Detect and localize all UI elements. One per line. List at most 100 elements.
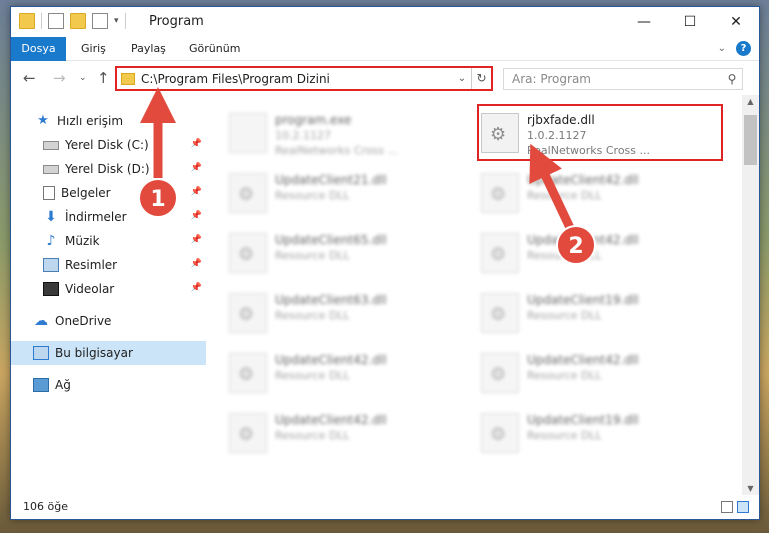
help-icon[interactable]: ? [736, 41, 751, 56]
file-type: Resource DLL [275, 189, 350, 202]
pin-icon[interactable]: 📌 [191, 163, 202, 173]
gear-icon: ⚙ [490, 424, 507, 445]
file-item[interactable]: ⚙ UpdateClient42.dll Resource DLL [217, 347, 457, 403]
file-item[interactable]: ⚙ UpdateClient42.dll Resource DLL [469, 347, 709, 403]
tiles-view-icon[interactable] [737, 501, 749, 513]
customize-icon[interactable] [92, 13, 108, 29]
file-version: 10.2.1127 [275, 129, 331, 142]
callout-1: 1 [138, 178, 178, 218]
close-button[interactable]: ✕ [713, 7, 759, 37]
sidebar-item-music[interactable]: ♪ Müzik 📌 [11, 229, 206, 253]
pin-icon[interactable]: 📌 [191, 283, 202, 293]
sidebar-item-videos[interactable]: Videolar 📌 [11, 277, 206, 301]
exe-file-icon [229, 113, 267, 153]
tab-home[interactable]: Giriş [69, 37, 118, 61]
forward-arrow-icon[interactable]: → [53, 69, 66, 87]
back-arrow-icon[interactable]: ← [23, 69, 36, 87]
details-view-icon[interactable] [721, 501, 733, 513]
file-item[interactable]: ⚙ UpdateClient63.dll Resource DLL [217, 287, 457, 343]
dll-file-icon: ⚙ [481, 293, 519, 333]
file-name: UpdateClient63.dll [275, 293, 387, 307]
file-type: Resource DLL [275, 429, 350, 442]
file-name: UpdateClient19.dll [527, 413, 639, 427]
tab-view[interactable]: Görünüm [177, 37, 252, 61]
properties-icon[interactable] [48, 13, 64, 29]
file-item[interactable]: ⚙ UpdateClient42.dll Resource DLL [469, 167, 709, 223]
expand-ribbon-icon[interactable]: ⌄ [718, 43, 726, 54]
recent-locations-icon[interactable]: ⌄ [79, 73, 87, 83]
address-bar[interactable]: C:\Program Files\Program Dizini ⌄ ↻ [115, 66, 493, 91]
chevron-down-icon[interactable]: ▾ [114, 16, 119, 26]
sidebar-item-onedrive[interactable]: ☁ OneDrive [11, 309, 206, 333]
tab-share[interactable]: Paylaş [119, 37, 178, 61]
folder-icon[interactable] [19, 13, 35, 29]
gear-icon: ⚙ [238, 364, 255, 385]
scroll-thumb[interactable] [744, 115, 757, 165]
gear-icon: ⚙ [490, 244, 507, 265]
dll-file-icon: ⚙ [229, 353, 267, 393]
maximize-button[interactable]: ☐ [667, 7, 713, 37]
navigation-pane: ★ Hızlı erişim Yerel Disk (C:) 📌 Yerel D… [11, 99, 206, 495]
file-name: UpdateClient42.dll [275, 413, 387, 427]
sidebar-item-label: Müzik [65, 234, 100, 248]
sidebar-item-label: Hızlı erişim [57, 114, 124, 128]
file-type: Resource DLL [275, 369, 350, 382]
pin-icon[interactable]: 📌 [191, 259, 202, 269]
sidebar-item-network[interactable]: Ağ [11, 373, 206, 397]
pin-icon[interactable]: 📌 [191, 235, 202, 245]
refresh-icon[interactable]: ↻ [471, 68, 491, 89]
gear-icon: ⚙ [238, 304, 255, 325]
dll-file-icon: ⚙ [229, 293, 267, 333]
file-type: Resource DLL [527, 189, 602, 202]
new-folder-icon[interactable] [70, 13, 86, 29]
scroll-up-icon[interactable]: ▲ [742, 97, 759, 106]
pin-icon[interactable]: 📌 [191, 187, 202, 197]
sidebar-item-this-pc[interactable]: Bu bilgisayar [11, 341, 206, 365]
dll-file-icon: ⚙ [229, 233, 267, 273]
status-bar: 106 öğe [11, 495, 759, 519]
explorer-window: ▾ Program — ☐ ✕ Dosya Giriş Paylaş Görün… [10, 6, 760, 520]
vertical-scrollbar[interactable]: ▲ ▼ [742, 95, 759, 495]
music-icon: ♪ [46, 233, 56, 249]
onedrive-icon: ☁ [34, 313, 48, 329]
sidebar-item-quick-access[interactable]: ★ Hızlı erişim [11, 109, 206, 133]
search-input[interactable]: Ara: Program ⚲ [503, 68, 743, 90]
downloads-icon: ⬇ [45, 209, 57, 225]
sidebar-item-downloads[interactable]: ⬇ İndirmeler 📌 [11, 205, 206, 229]
item-count: 106 öğe [23, 500, 68, 513]
divider [124, 13, 126, 29]
file-item[interactable]: program.exe 10.2.1127 RealNetworks Cross… [217, 107, 457, 163]
file-item[interactable]: ⚙ UpdateClient19.dll Resource DLL [469, 287, 709, 343]
sidebar-item-label: Resimler [65, 258, 118, 272]
file-type: Resource DLL [275, 309, 350, 322]
file-name: UpdateClient21.dll [275, 173, 387, 187]
ribbon-right: ⌄ ? [718, 41, 751, 56]
tab-file[interactable]: Dosya [11, 37, 66, 61]
file-item[interactable]: ⚙ UpdateClient42.dll Resource DLL [217, 407, 457, 463]
file-type: Resource DLL [275, 249, 350, 262]
file-item[interactable]: ⚙ UpdateClient21.dll Resource DLL [217, 167, 457, 223]
minimize-button[interactable]: — [621, 7, 667, 37]
dll-file-icon: ⚙ [481, 413, 519, 453]
address-path[interactable]: C:\Program Files\Program Dizini [141, 72, 453, 86]
sidebar-item-local-disk-c[interactable]: Yerel Disk (C:) 📌 [11, 133, 206, 157]
sidebar-item-local-disk-d[interactable]: Yerel Disk (D:) 📌 [11, 157, 206, 181]
file-item[interactable]: ⚙ UpdateClient19.dll Resource DLL [469, 407, 709, 463]
search-icon[interactable]: ⚲ [722, 72, 742, 86]
disk-icon [43, 164, 59, 174]
file-item[interactable]: ⚙ UpdateClient65.dll Resource DLL [217, 227, 457, 283]
up-arrow-icon[interactable]: ↑ [97, 69, 110, 87]
scroll-down-icon[interactable]: ▼ [742, 484, 759, 493]
pin-icon[interactable]: 📌 [191, 211, 202, 221]
pictures-icon [43, 258, 59, 272]
documents-icon [43, 186, 55, 200]
file-type: Resource DLL [527, 309, 602, 322]
this-pc-icon [33, 346, 49, 360]
dll-file-icon: ⚙ [229, 413, 267, 453]
chevron-down-icon[interactable]: ⌄ [453, 73, 471, 84]
sidebar-item-label: Bu bilgisayar [55, 346, 133, 360]
quick-access-toolbar: ▾ [19, 13, 126, 29]
pin-icon[interactable]: 📌 [191, 139, 202, 149]
sidebar-item-label: Belgeler [61, 186, 111, 200]
sidebar-item-pictures[interactable]: Resimler 📌 [11, 253, 206, 277]
